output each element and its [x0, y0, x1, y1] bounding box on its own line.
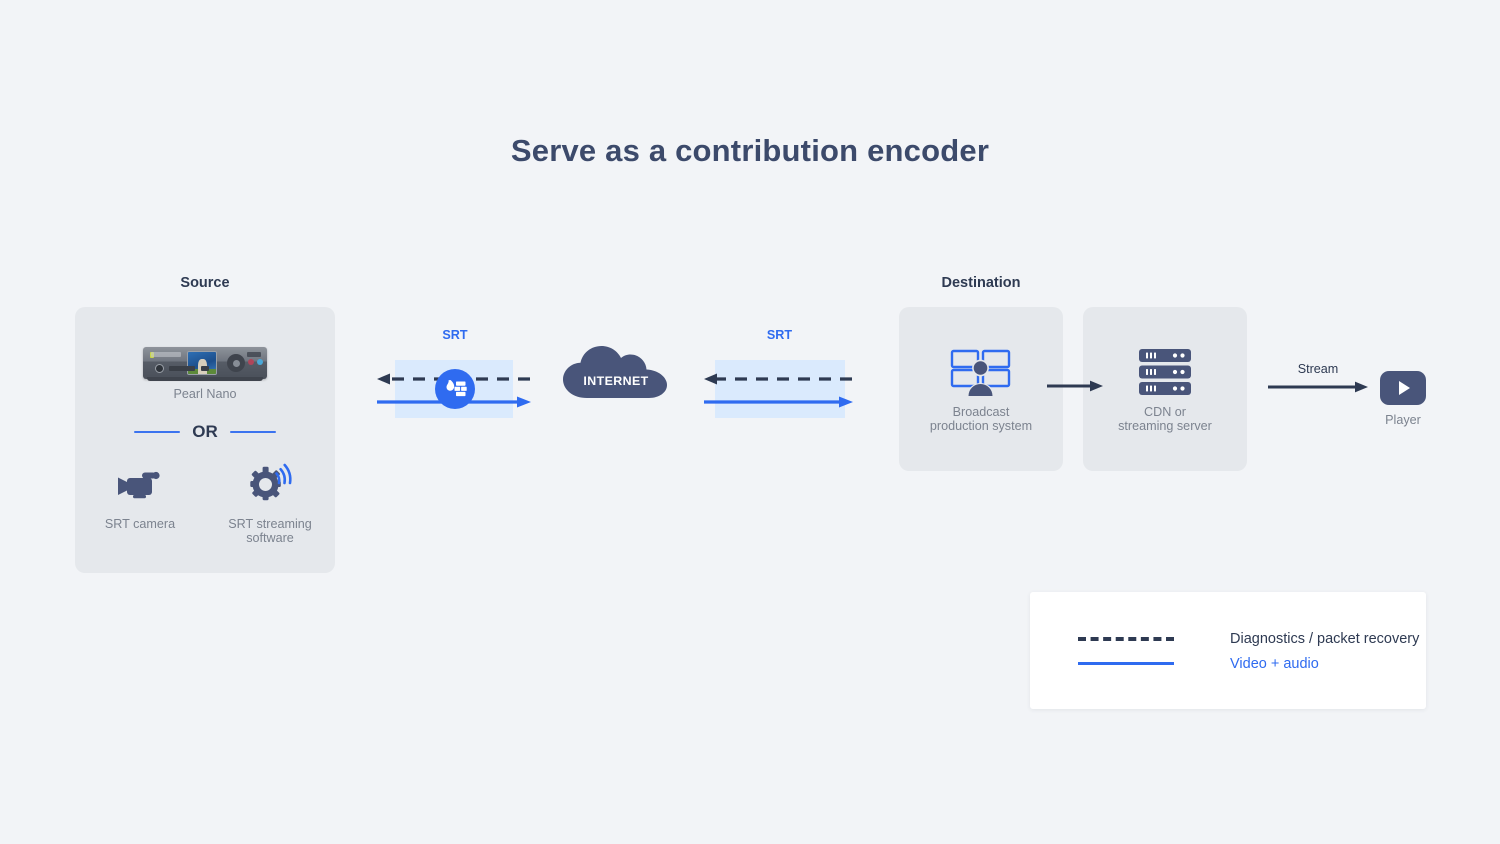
broadcast-production-monitors-icon — [949, 348, 1013, 398]
diagnostics-arrowhead-right — [704, 373, 717, 385]
internet-label: INTERNET — [583, 374, 649, 388]
or-divider: OR — [75, 422, 335, 442]
player-node: Player — [1380, 371, 1426, 431]
media-arrowhead-left — [517, 396, 531, 408]
source-alternative-srt-camera: SRT camera — [93, 462, 187, 545]
stream-arrow-icon — [1268, 381, 1368, 393]
destination-node-cdn: CDN or streaming server — [1083, 307, 1247, 471]
divider-rule-right — [229, 431, 276, 433]
firewall-icon — [435, 369, 475, 409]
pearl-nano-device-icon — [143, 347, 267, 381]
srt-link-right: SRT — [702, 328, 857, 418]
broadcast-production-label: Broadcast production system — [929, 405, 1033, 433]
legend-box: Diagnostics / packet recovery Video + au… — [1030, 592, 1426, 709]
cdn-streaming-server-label: CDN or streaming server — [1118, 405, 1212, 433]
stream-label: Stream — [1297, 362, 1339, 376]
page-title: Serve as a contribution encoder — [510, 133, 990, 168]
diagram-canvas: Serve as a contribution encoder Source P… — [0, 0, 1500, 844]
srt-software-label: SRT streaming software — [228, 517, 312, 545]
media-arrowhead-right — [839, 396, 853, 408]
gear-wifi-icon — [223, 462, 317, 508]
or-label: OR — [192, 422, 218, 441]
legend-swatch-dashed — [1078, 636, 1174, 641]
source-panel: Pearl Nano OR SRT camera SRT streaming s… — [75, 307, 335, 573]
destination-heading: Destination — [941, 275, 1021, 291]
destination-node-broadcast: Broadcast production system — [899, 307, 1063, 471]
source-heading: Source — [180, 275, 230, 291]
srt-link-left: SRT — [375, 328, 535, 418]
stream-connector: Stream — [1268, 362, 1368, 394]
server-rack-icon — [1137, 348, 1193, 396]
play-button-icon — [1380, 371, 1426, 410]
legend-item-media: Video + audio — [1078, 651, 1426, 676]
player-label: Player — [1385, 413, 1421, 427]
internet-cloud: INTERNET — [561, 340, 671, 402]
source-alternatives: SRT camera SRT streaming software — [75, 462, 335, 545]
srt-label-right: SRT — [766, 328, 793, 342]
srt-arrows-right — [704, 373, 853, 408]
divider-rule-left — [134, 431, 181, 433]
legend-label-media: Video + audio — [1230, 655, 1319, 672]
source-alternative-srt-software: SRT streaming software — [223, 462, 317, 545]
pearl-nano-label: Pearl Nano — [173, 387, 237, 401]
diagnostics-arrowhead-left — [377, 373, 390, 385]
destination-connector-arrow — [1047, 379, 1103, 393]
srt-label-left: SRT — [442, 328, 468, 342]
legend-swatch-solid — [1078, 662, 1174, 665]
legend-item-diagnostics: Diagnostics / packet recovery — [1078, 626, 1426, 651]
video-camera-icon — [93, 462, 187, 508]
legend-label-diagnostics: Diagnostics / packet recovery — [1230, 630, 1420, 647]
srt-camera-label: SRT camera — [104, 517, 176, 531]
